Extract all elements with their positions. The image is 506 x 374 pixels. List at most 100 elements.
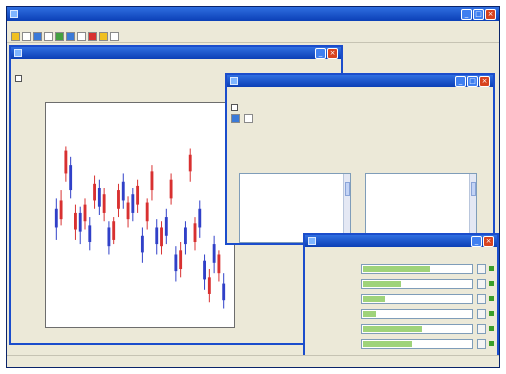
property-field[interactable] <box>361 309 473 319</box>
property-level-fill <box>363 266 430 272</box>
help-icon[interactable] <box>110 32 119 41</box>
candle-body <box>198 208 202 228</box>
left-list-scrollbar[interactable] <box>343 174 350 242</box>
candle-body <box>145 202 149 222</box>
cut-icon[interactable] <box>77 32 86 41</box>
property-field[interactable] <box>361 324 473 334</box>
chart-window-title-bar[interactable]: _ × <box>11 47 341 59</box>
list-item[interactable] <box>242 184 348 192</box>
options-tool-icon[interactable] <box>244 114 253 123</box>
properties-close-button[interactable]: × <box>483 235 494 247</box>
list-item[interactable] <box>368 202 474 210</box>
properties-window: _ × <box>303 233 499 367</box>
list-item[interactable] <box>242 175 348 183</box>
options-window-title-bar[interactable]: _ □ × <box>227 75 493 87</box>
chart-minimize-button[interactable]: _ <box>315 47 326 59</box>
candle-body <box>102 194 106 213</box>
menu-bar <box>7 21 499 31</box>
scroll-thumb[interactable] <box>471 182 476 196</box>
options-close-button[interactable]: × <box>479 75 490 87</box>
main-app-window: _ □ × _ × _ □ × _ × <box>6 6 500 368</box>
menu-item[interactable] <box>123 22 132 30</box>
app-title-bar[interactable]: _ □ × <box>7 7 499 21</box>
property-label <box>309 340 357 348</box>
property-spin-button[interactable] <box>477 279 486 289</box>
options-header-text <box>231 93 341 100</box>
property-field[interactable] <box>361 264 473 274</box>
status-cell <box>33 358 49 366</box>
options-checkbox[interactable] <box>231 104 238 111</box>
menu-item[interactable] <box>91 22 100 30</box>
options-maximize-button[interactable]: □ <box>467 75 478 87</box>
status-bar <box>7 355 499 367</box>
property-spin-button[interactable] <box>477 324 486 334</box>
list-item[interactable] <box>368 193 474 201</box>
right-list-scrollbar[interactable] <box>469 174 476 242</box>
menu-item[interactable] <box>75 22 84 30</box>
options-tool-icon[interactable] <box>231 114 240 123</box>
property-status-icon <box>489 311 494 316</box>
property-label <box>309 310 357 318</box>
menu-item[interactable] <box>107 22 116 30</box>
menu-item[interactable] <box>59 22 68 30</box>
delete-icon[interactable] <box>88 32 97 41</box>
menu-item[interactable] <box>11 22 20 30</box>
property-field[interactable] <box>361 339 473 349</box>
list-item[interactable] <box>242 193 348 201</box>
close-button[interactable]: × <box>485 8 496 20</box>
property-field[interactable] <box>361 294 473 304</box>
maximize-button[interactable]: □ <box>473 8 484 20</box>
candle-body <box>64 150 68 174</box>
list-item[interactable] <box>242 220 348 228</box>
candle-body <box>93 183 97 201</box>
candlestick-plot[interactable] <box>45 102 235 328</box>
chart-close-button[interactable]: × <box>327 47 338 59</box>
settings-icon[interactable] <box>99 32 108 41</box>
properties-header <box>309 250 369 257</box>
list-item[interactable] <box>242 202 348 210</box>
property-row <box>309 278 495 290</box>
candle-body <box>169 179 173 199</box>
property-status-icon <box>489 296 494 301</box>
chart-icon[interactable] <box>55 32 64 41</box>
property-status-icon <box>489 341 494 346</box>
minimize-button[interactable]: _ <box>461 8 472 20</box>
candle-body <box>126 202 130 220</box>
list-item[interactable] <box>368 175 474 183</box>
options-minimize-button[interactable]: _ <box>455 75 466 87</box>
property-spin-button[interactable] <box>477 264 486 274</box>
candle-body <box>78 212 82 232</box>
properties-window-title-bar[interactable]: _ × <box>305 235 497 247</box>
property-spin-button[interactable] <box>477 339 486 349</box>
properties-minimize-button[interactable]: _ <box>471 235 482 247</box>
options-header-text <box>242 104 302 111</box>
options-window: _ □ × <box>225 73 495 245</box>
open-icon[interactable] <box>11 32 20 41</box>
menu-item[interactable] <box>27 22 36 30</box>
property-spin-button[interactable] <box>477 294 486 304</box>
candle-body <box>183 227 187 245</box>
candle-body <box>74 212 77 230</box>
chart-window-icon <box>14 49 22 57</box>
new-icon[interactable] <box>22 32 31 41</box>
property-spin-button[interactable] <box>477 309 486 319</box>
save-icon[interactable] <box>33 32 42 41</box>
candle-body <box>121 181 125 201</box>
scroll-thumb[interactable] <box>345 182 350 196</box>
app-title <box>21 10 458 18</box>
app-icon <box>10 10 18 18</box>
property-field[interactable] <box>361 279 473 289</box>
table-icon[interactable] <box>66 32 75 41</box>
property-level-fill <box>363 341 412 347</box>
property-row <box>309 323 495 335</box>
chart-option-checkbox[interactable] <box>15 75 22 82</box>
property-level-fill <box>363 296 385 302</box>
list-item[interactable] <box>368 220 474 228</box>
property-status-icon <box>489 281 494 286</box>
list-item[interactable] <box>242 211 348 219</box>
print-icon[interactable] <box>44 32 53 41</box>
menu-item[interactable] <box>43 22 52 30</box>
list-item[interactable] <box>368 184 474 192</box>
options-header-row <box>227 102 493 113</box>
list-item[interactable] <box>368 211 474 219</box>
